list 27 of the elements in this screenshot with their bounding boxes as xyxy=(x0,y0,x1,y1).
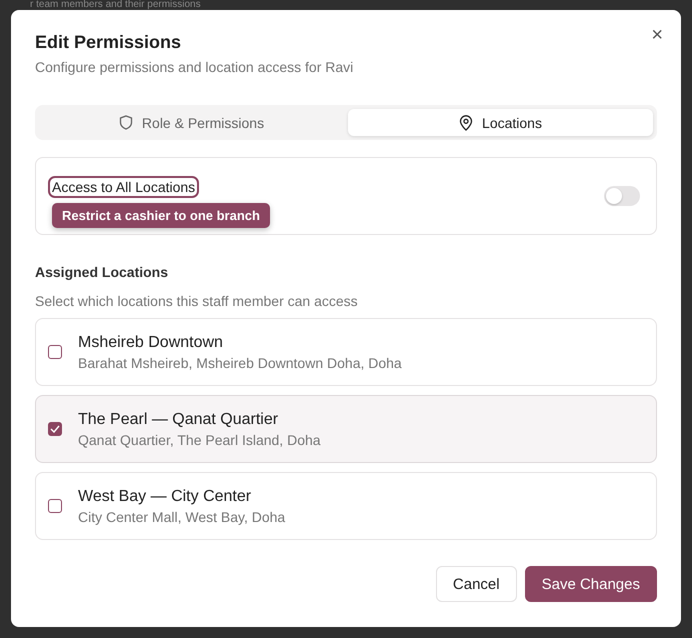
toggle-label: Access to All Locations xyxy=(48,176,200,198)
location-name: West Bay — City Center xyxy=(78,488,252,506)
location-card[interactable]: West Bay — City Center City Center Mall, West Bay, Doha xyxy=(35,472,657,540)
checkbox[interactable] xyxy=(48,499,62,513)
checkbox[interactable] xyxy=(48,345,62,359)
tab[interactable]: Locations xyxy=(348,109,653,136)
location-name: The Pearl — Qanat Quartier xyxy=(78,410,280,428)
location-card[interactable]: Msheireb Downtown Barahat Msheireb, Msheireb Downtown Doha, Doha xyxy=(35,318,657,386)
section-hint: Select which locations this staff member can access xyxy=(35,293,359,309)
checkbox[interactable] xyxy=(48,422,62,436)
location-address: Barahat Msheireb, Msheireb Downtown Doha, Doha xyxy=(78,354,402,370)
tooltip: Restrict a cashier to one branch xyxy=(52,203,270,228)
location-name: Msheireb Downtown xyxy=(78,334,224,352)
dialog-subtitle: Configure permissions and location access for Ravi xyxy=(35,59,354,75)
location-address: City Center Mall, West Bay, Doha xyxy=(78,508,286,524)
location-address: Qanat Quartier, The Pearl Island, Doha xyxy=(78,432,321,448)
close-button[interactable]: × xyxy=(647,26,667,44)
toggle-switch[interactable] xyxy=(604,186,640,206)
shield-icon xyxy=(118,115,133,130)
section-heading: Assigned Locations xyxy=(35,264,170,280)
dialog-title: Edit Permissions xyxy=(35,32,182,53)
save-button[interactable]: Save Changes xyxy=(524,566,657,602)
location-card[interactable]: The Pearl — Qanat Quartier Qanat Quartier, The Pearl Island, Doha xyxy=(35,395,657,463)
map-pin-icon xyxy=(459,114,474,130)
cancel-button[interactable]: Cancel xyxy=(436,566,517,602)
background-text: r team members and their permissions xyxy=(30,0,201,10)
tab[interactable]: Role & Permissions xyxy=(39,109,344,136)
